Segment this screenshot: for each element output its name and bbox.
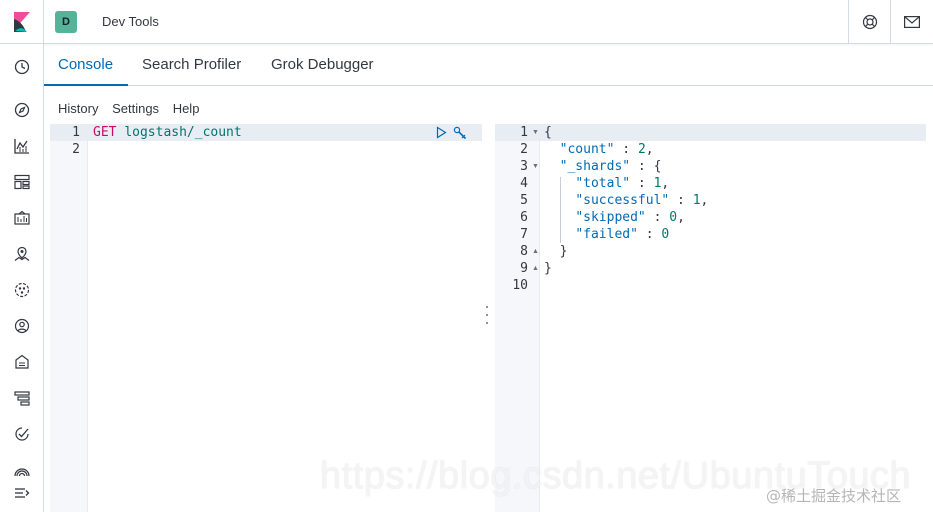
clock-icon[interactable] bbox=[11, 56, 33, 78]
mail-button[interactable] bbox=[890, 0, 932, 44]
request-method: GET bbox=[93, 125, 117, 140]
side-nav bbox=[0, 44, 44, 512]
token-key: "successful" bbox=[575, 193, 670, 208]
line-number: 1 bbox=[72, 125, 80, 140]
maps-icon[interactable] bbox=[11, 243, 33, 265]
token-num: 0 bbox=[661, 227, 670, 242]
token-punct: } bbox=[544, 244, 568, 259]
indent-guide bbox=[560, 177, 561, 243]
line-number: 10 bbox=[512, 278, 528, 293]
compass-icon[interactable] bbox=[11, 99, 33, 121]
line-number: 7 bbox=[520, 227, 528, 242]
space-avatar[interactable]: D bbox=[55, 11, 77, 33]
token-punct: : bbox=[614, 142, 638, 157]
line-number: 1 bbox=[520, 125, 528, 140]
collapse-icon[interactable] bbox=[11, 482, 33, 504]
unfold-arrow-icon[interactable]: ▲ bbox=[532, 265, 539, 272]
help-icon bbox=[862, 14, 877, 30]
help-link[interactable]: Help bbox=[173, 101, 200, 116]
response-line: "count" : 2, bbox=[544, 142, 654, 157]
pane-resize-handle[interactable] bbox=[484, 306, 490, 324]
response-line: } bbox=[544, 244, 568, 259]
history-link[interactable]: History bbox=[58, 101, 98, 116]
response-line: } bbox=[544, 261, 552, 276]
token-key: "count" bbox=[559, 142, 615, 157]
token-punct: { bbox=[544, 125, 552, 140]
app-title: Dev Tools bbox=[102, 14, 159, 29]
token-key: "failed" bbox=[575, 227, 638, 242]
token-punct: , bbox=[645, 142, 654, 157]
token-punct: : bbox=[630, 176, 654, 191]
line-number: 3 bbox=[520, 159, 528, 174]
logs-icon[interactable] bbox=[11, 351, 33, 373]
token-key: "skipped" bbox=[575, 210, 646, 225]
response-line: { bbox=[544, 125, 552, 140]
token-key: "total" bbox=[575, 176, 631, 191]
active-line-highlight bbox=[495, 124, 926, 141]
dashboard-icon[interactable] bbox=[11, 171, 33, 193]
response-line: "skipped" : 0, bbox=[544, 210, 685, 225]
response-line: "failed" : 0 bbox=[544, 227, 669, 242]
play-icon bbox=[436, 126, 447, 139]
top-header: D Dev Tools bbox=[0, 0, 933, 44]
request-editor[interactable]: 1 2 GET logstash/_count bbox=[50, 124, 482, 512]
tab-search-profiler[interactable]: Search Profiler bbox=[142, 56, 241, 73]
kibana-logo-icon bbox=[13, 12, 30, 32]
line-number: 2 bbox=[520, 142, 528, 157]
line-number: 5 bbox=[520, 193, 528, 208]
unfold-arrow-icon[interactable]: ▲ bbox=[532, 248, 539, 255]
uptime-icon[interactable] bbox=[11, 423, 33, 445]
response-line: "total" : 1, bbox=[544, 176, 669, 191]
token-punct: : bbox=[637, 227, 662, 242]
request-line[interactable]: GET logstash/_count bbox=[93, 125, 242, 140]
watermark-site: @稀土掘金技术社区 bbox=[766, 487, 902, 505]
fold-arrow-icon[interactable]: ▼ bbox=[532, 163, 539, 170]
token-punct: , bbox=[700, 193, 709, 208]
token-punct: : bbox=[645, 210, 670, 225]
line-number: 9 bbox=[520, 261, 528, 276]
response-editor: 1 ▼ 2 3 ▼ 4 5 6 7 8 ▲ 9 ▲ 10{ "count" : 2, "_shards" … bbox=[495, 124, 926, 512]
token-num: 0 bbox=[669, 210, 678, 225]
siem-icon[interactable] bbox=[11, 459, 33, 481]
devtools-tabs: Console Search Profiler Grok Debugger bbox=[44, 44, 933, 86]
token-punct: } bbox=[544, 261, 552, 276]
token-punct: : { bbox=[630, 159, 662, 174]
line-number: 4 bbox=[520, 176, 528, 191]
console-menu: History Settings Help bbox=[58, 101, 209, 116]
infrastructure-icon[interactable] bbox=[11, 315, 33, 337]
fold-arrow-icon[interactable]: ▼ bbox=[532, 129, 539, 136]
line-number: 6 bbox=[520, 210, 528, 225]
request-gutter bbox=[50, 124, 88, 512]
token-punct: , bbox=[677, 210, 685, 225]
help-button[interactable] bbox=[848, 0, 890, 44]
token-key: "_shards" bbox=[559, 159, 631, 174]
ml-icon[interactable] bbox=[11, 279, 33, 301]
canvas-icon[interactable] bbox=[11, 207, 33, 229]
response-line: "_shards" : { bbox=[544, 159, 662, 174]
token-punct: : bbox=[669, 193, 693, 208]
line-number: 2 bbox=[72, 142, 80, 157]
request-url: logstash/_count bbox=[124, 125, 242, 140]
apm-icon[interactable] bbox=[11, 387, 33, 409]
kibana-logo[interactable] bbox=[0, 0, 44, 44]
tab-grok-debugger[interactable]: Grok Debugger bbox=[271, 56, 374, 73]
token-punct bbox=[544, 159, 560, 174]
line-number: 8 bbox=[520, 244, 528, 259]
response-line: "successful" : 1, bbox=[544, 193, 708, 208]
request-options-button[interactable] bbox=[453, 126, 467, 145]
mail-icon bbox=[903, 16, 920, 28]
run-button[interactable] bbox=[436, 126, 447, 144]
wrench-icon bbox=[453, 126, 467, 140]
visualize-icon[interactable] bbox=[11, 135, 33, 157]
token-punct: , bbox=[661, 176, 670, 191]
active-tab-indicator bbox=[44, 84, 128, 86]
token-num: 2 bbox=[637, 142, 646, 157]
token-num: 1 bbox=[692, 193, 701, 208]
tab-console[interactable]: Console bbox=[58, 56, 113, 73]
token-punct bbox=[544, 142, 560, 157]
settings-link[interactable]: Settings bbox=[112, 101, 159, 116]
